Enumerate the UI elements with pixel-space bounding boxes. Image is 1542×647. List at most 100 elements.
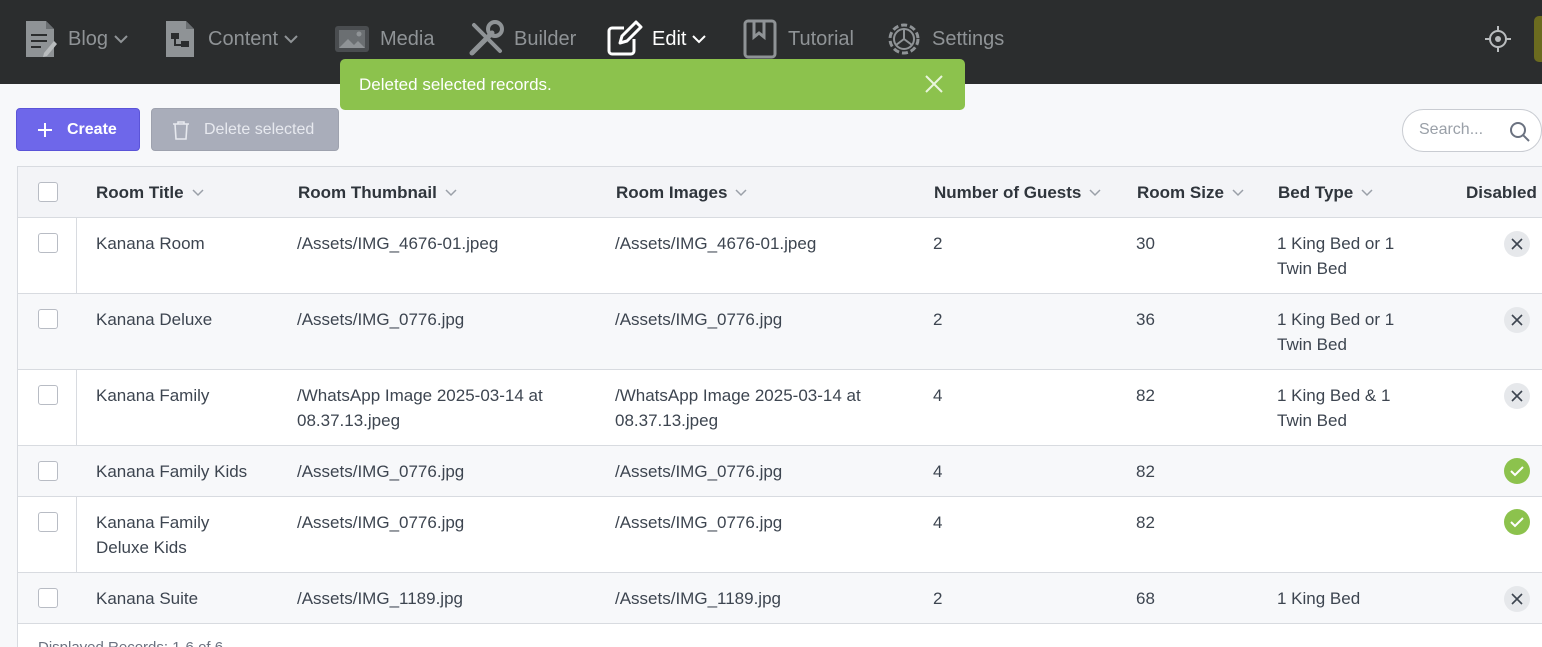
nav-settings-label: Settings [932,27,1005,50]
check-circle-icon [1504,509,1530,535]
column-header-label: Room Thumbnail [298,182,437,202]
cell-bed-type: 1 King Bed & 1 Twin Bed [1277,386,1391,430]
column-header-label: Number of Guests [934,182,1082,202]
bookmark-icon [740,19,780,59]
cell-room-title: Kanana Family Kids [96,462,248,481]
cell-room-size: 82 [1136,513,1155,532]
document-icon [20,19,60,59]
cell-room-images: /Assets/IMG_0776.jpg [615,462,783,481]
chevron-down-icon [114,34,128,44]
chevron-down-icon [445,188,457,197]
nav-edit[interactable]: Edit [604,17,707,61]
row-checkbox[interactable] [38,461,58,481]
row-checkbox[interactable] [38,588,58,608]
cell-room-size: 36 [1136,310,1155,329]
cell-room-thumbnail: /Assets/IMG_1189.jpg [297,589,463,608]
table-row[interactable]: Kanana Family /WhatsApp Image 2025-03-14… [18,370,1542,446]
disabled-false-icon [1504,383,1530,409]
cell-room-thumbnail: /Assets/IMG_0776.jpg [297,513,465,532]
plus-icon [37,122,53,138]
nav-media-label: Media [380,27,435,50]
table-header: Room Title Room Thumbnail Room Images Nu… [18,167,1542,218]
delete-selected-button[interactable]: Delete selected [151,108,339,151]
cell-room-size: 68 [1136,589,1155,608]
nav-tutorial[interactable]: Tutorial [740,17,854,61]
disabled-false-icon [1504,231,1530,257]
chevron-down-icon [284,34,298,44]
nav-content[interactable]: Content [160,17,298,61]
column-header-label: Room Size [1137,182,1224,202]
nav-builder[interactable]: Builder [466,17,576,61]
gear-icon [884,19,924,59]
cell-room-images: /Assets/IMG_4676-01.jpeg [615,234,817,253]
table-row[interactable]: Kanana Family Deluxe Kids /Assets/IMG_07… [18,497,1542,573]
delete-selected-label: Delete selected [204,120,315,138]
cell-room-images: /Assets/IMG_1189.jpg [615,589,781,608]
row-checkbox[interactable] [38,385,58,405]
content-icon [160,19,200,59]
chevron-down-icon [1232,188,1244,197]
close-icon[interactable] [923,73,945,95]
table-row[interactable]: Kanana Room /Assets/IMG_4676-01.jpeg /As… [18,218,1542,294]
cell-room-images: /Assets/IMG_0776.jpg [615,513,783,532]
cell-room-thumbnail: /Assets/IMG_4676-01.jpeg [297,234,499,253]
cell-room-title: Kanana Family Deluxe Kids [96,513,210,557]
cell-number-of-guests: 4 [933,462,943,481]
cell-bed-type: 1 King Bed or 1 Twin Bed [1277,310,1395,354]
column-header-room-images[interactable]: Room Images [616,167,748,218]
column-header-bed-type[interactable]: Bed Type [1278,167,1373,218]
column-header-room-title[interactable]: Room Title [96,167,204,218]
column-header-label: Disabled [1466,182,1537,202]
cell-number-of-guests: 4 [933,513,943,532]
cell-number-of-guests: 2 [933,234,943,253]
cell-room-size: 82 [1136,386,1155,405]
edit-icon [604,19,644,59]
cell-room-title: Kanana Family [96,386,210,405]
create-button-label: Create [67,120,117,138]
column-header-room-size[interactable]: Room Size [1137,167,1244,218]
column-header-number-of-guests[interactable]: Number of Guests [934,167,1101,218]
cell-room-title: Kanana Suite [96,589,199,608]
cell-bed-type: 1 King Bed [1277,589,1361,608]
chevron-down-icon [1361,188,1373,197]
create-button[interactable]: Create [16,108,140,151]
check-circle-icon [1504,458,1530,484]
toast-notification: Deleted selected records. [340,59,965,110]
cell-room-title: Kanana Deluxe [96,310,213,329]
table-row[interactable]: Kanana Suite /Assets/IMG_1189.jpg /Asset… [18,573,1542,624]
column-header-label: Room Images [616,182,728,202]
nav-media[interactable]: Media [332,17,434,61]
disabled-false-icon [1504,307,1530,333]
tools-icon [466,19,506,59]
select-all-checkbox[interactable] [38,182,58,202]
cell-number-of-guests: 4 [933,386,943,405]
table-row[interactable]: Kanana Deluxe /Assets/IMG_0776.jpg /Asse… [18,294,1542,370]
cell-room-thumbnail: /Assets/IMG_0776.jpg [297,310,465,329]
row-checkbox[interactable] [38,309,58,329]
locate-icon[interactable] [1484,25,1512,53]
row-checkbox[interactable] [38,233,58,253]
nav-content-label: Content [208,27,279,50]
cell-bed-type: 1 King Bed or 1 Twin Bed [1277,234,1395,278]
cell-room-images: /WhatsApp Image 2025-03-14 at 08.37.13.j… [615,386,861,430]
cell-number-of-guests: 2 [933,589,943,608]
disabled-false-icon [1504,586,1530,612]
nav-settings[interactable]: Settings [884,17,1004,61]
search-icon[interactable] [1509,121,1531,143]
image-icon [332,19,372,59]
search-input[interactable] [1419,121,1503,139]
column-header-disabled[interactable]: Disabled [1466,167,1537,218]
column-header-room-thumbnail[interactable]: Room Thumbnail [298,167,457,218]
pagination-summary: Displayed Records: 1-6 of 6 [38,639,223,647]
cell-number-of-guests: 2 [933,310,943,329]
table-row[interactable]: Kanana Family Kids /Assets/IMG_0776.jpg … [18,446,1542,497]
nav-blog[interactable]: Blog [20,17,128,61]
chevron-down-icon [692,34,707,44]
search-box [1402,109,1542,152]
row-checkbox[interactable] [38,512,58,532]
nav-edit-label: Edit [652,27,687,50]
column-header-label: Bed Type [1278,182,1354,202]
cell-room-title: Kanana Room [96,234,205,253]
avatar[interactable] [1534,16,1542,62]
cell-room-thumbnail: /WhatsApp Image 2025-03-14 at 08.37.13.j… [297,386,543,430]
